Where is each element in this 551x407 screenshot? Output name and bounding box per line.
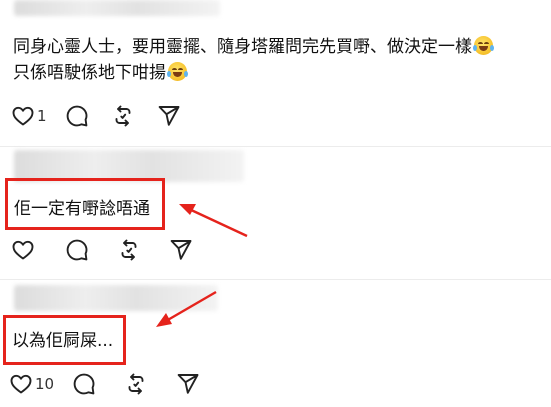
red-annotation-arrow	[156, 290, 217, 327]
